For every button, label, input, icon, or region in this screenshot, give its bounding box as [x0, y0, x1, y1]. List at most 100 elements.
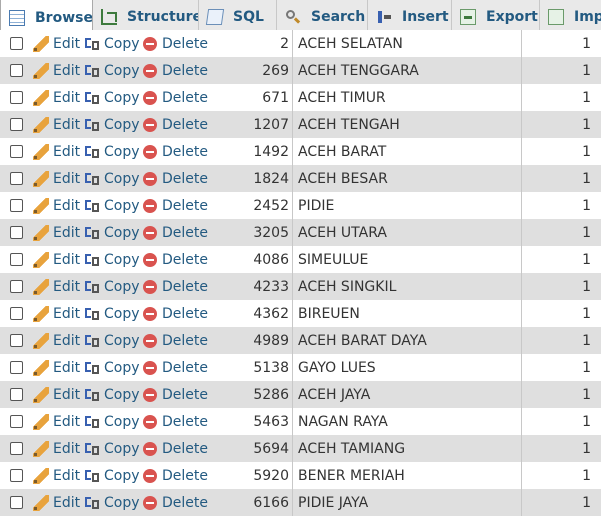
- row-checkbox[interactable]: [10, 91, 23, 104]
- pencil-icon: [33, 359, 49, 376]
- row-checkbox[interactable]: [10, 496, 23, 509]
- table-row: Edit Copy Delete 4989 ACEH BARAT DAYA 1: [0, 327, 601, 354]
- copy-link[interactable]: Copy: [84, 165, 140, 192]
- row-checkbox[interactable]: [10, 37, 23, 50]
- copy-link[interactable]: Copy: [84, 30, 140, 57]
- tab-label: Structure: [127, 9, 199, 25]
- copy-link[interactable]: Copy: [84, 246, 140, 273]
- delete-link[interactable]: Delete: [143, 354, 208, 381]
- copy-link[interactable]: Copy: [84, 408, 140, 435]
- copy-link[interactable]: Copy: [84, 354, 140, 381]
- delete-link[interactable]: Delete: [143, 219, 208, 246]
- column-divider: [521, 84, 522, 111]
- row-checkbox[interactable]: [10, 253, 23, 266]
- row-checkbox[interactable]: [10, 64, 23, 77]
- column-divider: [292, 381, 293, 408]
- row-checkbox[interactable]: [10, 226, 23, 239]
- edit-link[interactable]: Edit: [33, 273, 80, 300]
- table-row: Edit Copy Delete 269 ACEH TENGGARA 1: [0, 57, 601, 84]
- delete-link[interactable]: Delete: [143, 57, 208, 84]
- copy-icon: [84, 441, 100, 457]
- tab-structure[interactable]: Structure: [93, 0, 199, 34]
- id-cell: 5694: [253, 440, 289, 457]
- value-cell: 1: [582, 197, 591, 214]
- delete-link[interactable]: Delete: [143, 111, 208, 138]
- edit-link[interactable]: Edit: [33, 192, 80, 219]
- edit-link[interactable]: Edit: [33, 489, 80, 516]
- value-cell: 1: [582, 440, 591, 457]
- delete-link[interactable]: Delete: [143, 138, 208, 165]
- edit-link[interactable]: Edit: [33, 138, 80, 165]
- row-checkbox[interactable]: [10, 280, 23, 293]
- edit-link[interactable]: Edit: [33, 354, 80, 381]
- tab-import[interactable]: Imp: [540, 0, 601, 34]
- column-divider: [521, 381, 522, 408]
- edit-link[interactable]: Edit: [33, 408, 80, 435]
- pencil-icon: [33, 197, 49, 214]
- edit-link[interactable]: Edit: [33, 84, 80, 111]
- delete-link[interactable]: Delete: [143, 246, 208, 273]
- delete-link[interactable]: Delete: [143, 165, 208, 192]
- tab-sql[interactable]: SQL: [199, 0, 277, 34]
- edit-link[interactable]: Edit: [33, 462, 80, 489]
- row-checkbox[interactable]: [10, 442, 23, 455]
- row-checkbox[interactable]: [10, 388, 23, 401]
- delete-link[interactable]: Delete: [143, 273, 208, 300]
- copy-link[interactable]: Copy: [84, 138, 140, 165]
- column-divider: [521, 354, 522, 381]
- tab-insert[interactable]: Insert: [368, 0, 452, 34]
- delete-icon: [143, 144, 157, 159]
- delete-link[interactable]: Delete: [143, 462, 208, 489]
- row-checkbox[interactable]: [10, 199, 23, 212]
- delete-link[interactable]: Delete: [143, 381, 208, 408]
- delete-link[interactable]: Delete: [143, 327, 208, 354]
- value-cell: 1: [582, 35, 591, 52]
- delete-link[interactable]: Delete: [143, 30, 208, 57]
- delete-link[interactable]: Delete: [143, 300, 208, 327]
- copy-link[interactable]: Copy: [84, 219, 140, 246]
- column-divider: [521, 165, 522, 192]
- id-cell: 4362: [253, 305, 289, 322]
- name-cell: PIDIE: [298, 197, 335, 214]
- row-checkbox[interactable]: [10, 361, 23, 374]
- edit-label: Edit: [53, 494, 81, 511]
- edit-link[interactable]: Edit: [33, 327, 80, 354]
- tab-search[interactable]: Search: [277, 0, 368, 34]
- copy-link[interactable]: Copy: [84, 273, 140, 300]
- edit-link[interactable]: Edit: [33, 30, 80, 57]
- row-checkbox[interactable]: [10, 334, 23, 347]
- copy-link[interactable]: Copy: [84, 192, 140, 219]
- edit-link[interactable]: Edit: [33, 246, 80, 273]
- edit-link[interactable]: Edit: [33, 435, 80, 462]
- edit-link[interactable]: Edit: [33, 300, 80, 327]
- row-checkbox[interactable]: [10, 307, 23, 320]
- value-cell: 1: [582, 116, 591, 133]
- row-checkbox[interactable]: [10, 172, 23, 185]
- tab-export[interactable]: Export: [452, 0, 540, 34]
- edit-link[interactable]: Edit: [33, 219, 80, 246]
- copy-link[interactable]: Copy: [84, 435, 140, 462]
- copy-link[interactable]: Copy: [84, 381, 140, 408]
- copy-link[interactable]: Copy: [84, 84, 140, 111]
- copy-link[interactable]: Copy: [84, 327, 140, 354]
- copy-link[interactable]: Copy: [84, 489, 140, 516]
- row-checkbox[interactable]: [10, 145, 23, 158]
- delete-link[interactable]: Delete: [143, 435, 208, 462]
- delete-link[interactable]: Delete: [143, 192, 208, 219]
- copy-link[interactable]: Copy: [84, 462, 140, 489]
- edit-link[interactable]: Edit: [33, 381, 80, 408]
- edit-link[interactable]: Edit: [33, 57, 80, 84]
- delete-link[interactable]: Delete: [143, 84, 208, 111]
- row-checkbox[interactable]: [10, 415, 23, 428]
- delete-icon: [143, 36, 157, 51]
- edit-link[interactable]: Edit: [33, 165, 80, 192]
- value-cell: 1: [582, 467, 591, 484]
- copy-link[interactable]: Copy: [84, 57, 140, 84]
- delete-link[interactable]: Delete: [143, 408, 208, 435]
- copy-link[interactable]: Copy: [84, 111, 140, 138]
- edit-link[interactable]: Edit: [33, 111, 80, 138]
- copy-link[interactable]: Copy: [84, 300, 140, 327]
- delete-link[interactable]: Delete: [143, 489, 208, 516]
- row-checkbox[interactable]: [10, 469, 23, 482]
- row-checkbox[interactable]: [10, 118, 23, 131]
